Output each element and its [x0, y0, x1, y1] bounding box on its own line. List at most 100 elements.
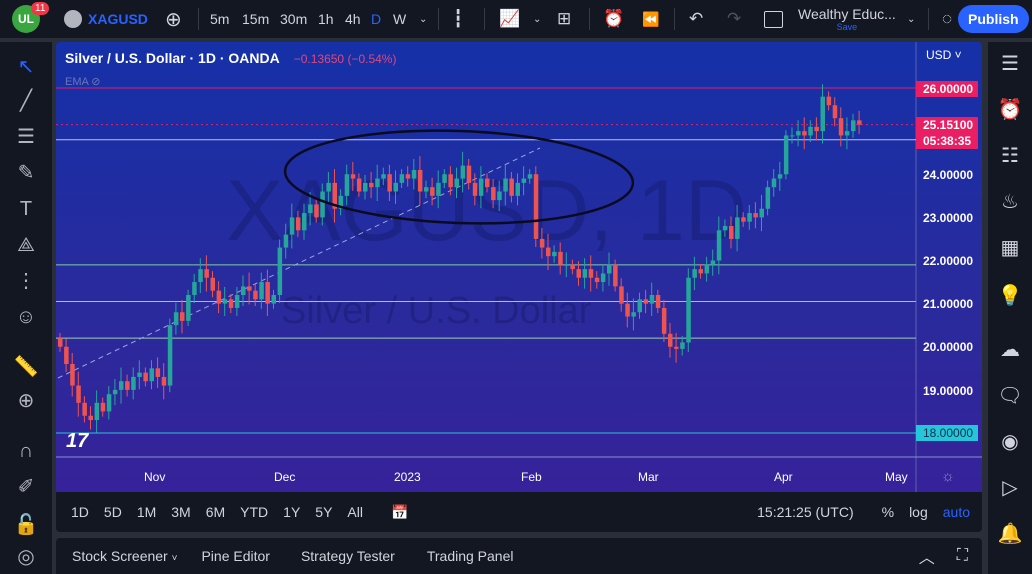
add-symbol-icon[interactable]: ⊕	[165, 0, 182, 38]
indicator-ema[interactable]: EMA ⊘	[65, 75, 101, 88]
candle-body	[533, 174, 539, 239]
candle-body	[704, 264, 710, 274]
add-list-icon[interactable]: ☷	[996, 142, 1024, 170]
tab-interval-30m[interactable]: 30m	[280, 0, 307, 38]
currency-selector[interactable]: USD ˅	[926, 48, 962, 62]
publish-button[interactable]: Publish	[958, 0, 1029, 38]
layout-grid-icon[interactable]: ⊞	[557, 0, 571, 38]
candle-body	[527, 174, 533, 179]
redo-icon[interactable]: ↷	[727, 0, 741, 38]
emoji-icon[interactable]: ☺	[13, 304, 39, 330]
magnet-icon[interactable]: ∩	[13, 438, 39, 464]
candle-body	[204, 269, 209, 278]
candle-body	[716, 230, 722, 261]
candle-body	[271, 295, 276, 304]
alarm-clock-icon[interactable]: ⏰	[996, 96, 1024, 124]
hotlist-fire-icon[interactable]: ♨	[996, 188, 1024, 216]
collapse-up-icon[interactable]: ︿	[919, 544, 935, 568]
tab-strategy-tester[interactable]: Strategy Tester	[301, 548, 395, 564]
alert-icon[interactable]: ⏰	[603, 0, 624, 38]
notifications-bell-icon[interactable]: 🔔	[996, 520, 1024, 548]
cursor-icon[interactable]: ↖	[13, 54, 39, 80]
chevron-down-icon[interactable]: ⌄	[533, 0, 541, 38]
horizontal-lines-icon[interactable]: ☰	[13, 124, 39, 150]
prediction-icon[interactable]: ⋮	[13, 268, 39, 294]
candle-body	[350, 174, 356, 179]
tab-interval-4h[interactable]: 4h	[345, 0, 361, 38]
candle-body	[753, 213, 758, 218]
candle-body	[674, 346, 679, 349]
chart-pane[interactable]: XAGUSD, 1D Silver / U.S. Dollar Silver /…	[56, 42, 982, 492]
candle-body	[64, 346, 69, 364]
loading-icon: ◌	[942, 9, 953, 28]
candle-body	[88, 415, 93, 421]
percent-toggle[interactable]: %	[882, 504, 894, 520]
chevron-down-icon[interactable]: ⌄	[907, 0, 915, 38]
candle-body	[381, 174, 386, 179]
tab-interval-w[interactable]: W	[393, 0, 406, 38]
trend-line-icon[interactable]: ╱	[13, 88, 39, 114]
axis-label: 22.00000	[923, 254, 974, 268]
clock[interactable]: 15:21:25 (UTC)	[757, 504, 853, 520]
range-6m[interactable]: 6M	[206, 504, 225, 520]
candle-body	[314, 204, 319, 218]
tab-trading-panel[interactable]: Trading Panel	[427, 548, 514, 564]
tab-interval-d[interactable]: D	[371, 0, 381, 38]
ideas-bulb-icon[interactable]: 💡	[996, 282, 1024, 310]
range-1m[interactable]: 1M	[137, 504, 156, 520]
layout-name-button[interactable]: Wealthy Educ... Save	[798, 0, 896, 38]
ruler-icon[interactable]: 📏	[13, 354, 39, 380]
goto-date-icon[interactable]: 📅	[391, 504, 408, 521]
fullscreen-square-icon[interactable]	[764, 0, 783, 38]
text-icon[interactable]: T	[13, 196, 39, 222]
tab-pine-editor[interactable]: Pine Editor	[201, 548, 269, 564]
chat-icon[interactable]: 🗨	[996, 382, 1024, 410]
tradingview-logo[interactable]: 17	[66, 430, 88, 453]
tab-interval-5m[interactable]: 5m	[210, 0, 229, 38]
pattern-icon[interactable]: ⟁	[13, 232, 39, 258]
candle-body	[698, 269, 703, 274]
symbol-title: Silver / U.S. Dollar · 1D · OANDA	[65, 50, 280, 66]
calendar-icon[interactable]: ▦	[996, 234, 1024, 262]
drawn-ellipse	[283, 129, 635, 225]
tab-interval-1h[interactable]: 1h	[318, 0, 334, 38]
candle-body	[94, 402, 100, 421]
tab-interval-15m[interactable]: 15m	[242, 0, 269, 38]
indicators-icon[interactable]: 📈	[499, 0, 520, 38]
candles-icon[interactable]: ┇	[453, 0, 463, 38]
replay-icon[interactable]: ⏪	[642, 0, 659, 38]
range-3m[interactable]: 3M	[171, 504, 190, 520]
range-ytd[interactable]: YTD	[240, 504, 268, 520]
range-5y[interactable]: 5Y	[315, 504, 332, 520]
range-1d[interactable]: 1D	[71, 504, 89, 520]
brush-icon[interactable]: ✎	[13, 160, 39, 186]
range-5d[interactable]: 5D	[104, 504, 122, 520]
range-all[interactable]: All	[347, 504, 363, 520]
time-label: May	[885, 470, 908, 484]
candle-body	[210, 277, 215, 291]
watchlist-icon[interactable]: ☰	[996, 50, 1024, 78]
streams-icon[interactable]: ◉	[996, 428, 1024, 456]
tab-stock-screener[interactable]: Stock Screener ˅	[72, 548, 177, 564]
candle-body	[82, 402, 87, 416]
chevron-down-icon[interactable]: ⌄	[419, 0, 427, 38]
candle-body	[283, 234, 289, 248]
range-1y[interactable]: 1Y	[283, 504, 300, 520]
candle-body	[600, 273, 606, 283]
candle-body	[326, 182, 331, 192]
visibility-icon[interactable]: ◎	[13, 544, 39, 570]
undo-icon[interactable]: ↶	[689, 0, 703, 38]
broadcast-play-icon[interactable]: ▷	[996, 474, 1024, 502]
candle-body	[539, 238, 545, 248]
maximize-icon[interactable]: ⛶	[957, 547, 968, 565]
lock-icon[interactable]: 🔓	[13, 512, 39, 538]
candle-body	[70, 364, 75, 386]
settings-sun-icon[interactable]: ☼	[941, 468, 955, 485]
candle-body	[216, 290, 222, 304]
log-toggle[interactable]: log	[909, 504, 928, 520]
cloud-chat-icon[interactable]: ☁	[996, 336, 1024, 364]
lock-drawing-icon[interactable]: ✐	[13, 474, 39, 500]
symbol-search[interactable]: XAGUSD	[64, 0, 148, 38]
auto-toggle[interactable]: auto	[943, 504, 970, 520]
zoom-in-icon[interactable]: ⊕	[13, 388, 39, 414]
